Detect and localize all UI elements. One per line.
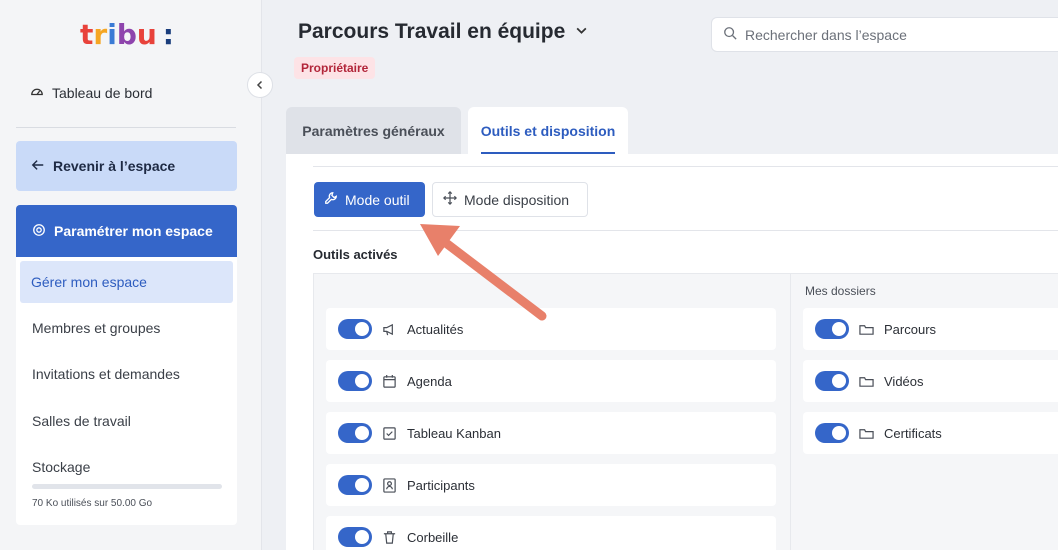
folder-toggle[interactable]	[815, 423, 849, 443]
page-title: Parcours Travail en équipe	[298, 20, 566, 43]
tool-toggle[interactable]	[338, 527, 372, 547]
submenu-label: Salles de travail	[32, 413, 131, 429]
logo-letter: :	[162, 17, 174, 51]
megaphone-icon	[382, 322, 397, 337]
logo-letter: t	[80, 17, 93, 51]
submenu-item-invitations[interactable]: Invitations et demandes	[32, 366, 180, 382]
my-folders-list: Mes dossiers Parcours Vidéos Certificats	[790, 273, 1058, 550]
arrow-left-icon	[31, 158, 45, 175]
back-label: Revenir à l’espace	[53, 158, 176, 174]
logo-letter: b	[116, 17, 137, 51]
submenu-item-members-groups[interactable]: Membres et groupes	[32, 320, 160, 336]
tab-label: Outils et disposition	[480, 122, 616, 139]
sidebar: t r i b u : Tableau de bord Revenir à l’…	[0, 0, 262, 550]
folder-row-certificates: Certificats	[803, 412, 1058, 454]
folder-toggle[interactable]	[815, 371, 849, 391]
logo-letter: r	[93, 17, 107, 51]
tab-general-settings[interactable]: Paramètres généraux	[286, 107, 461, 154]
divider	[313, 230, 1058, 231]
enabled-tools-heading: Outils activés	[313, 247, 398, 262]
chevron-down-icon	[575, 24, 588, 40]
folder-label: Parcours	[884, 321, 937, 337]
submenu-item-workrooms[interactable]: Salles de travail	[32, 413, 131, 429]
contact-icon	[382, 477, 397, 493]
move-icon	[443, 191, 457, 208]
tool-label: Actualités	[407, 321, 464, 337]
wrench-icon	[324, 191, 338, 208]
tools-layout-panel: Mode outil Mode disposition Outils activ…	[286, 154, 1058, 550]
settings-submenu: Gérer mon espace Membres et groupes Invi…	[16, 257, 237, 525]
submenu-label: Stockage	[32, 459, 91, 475]
folder-row-videos: Vidéos	[803, 360, 1058, 402]
space-title-dropdown[interactable]: Parcours Travail en équipe	[298, 20, 588, 44]
enabled-tools-list: Actualités Agenda Tableau Kanban Partici…	[313, 273, 791, 550]
tool-toggle[interactable]	[338, 475, 372, 495]
dashboard-link[interactable]: Tableau de bord	[30, 84, 152, 101]
tool-toggle[interactable]	[338, 423, 372, 443]
back-to-space-button[interactable]: Revenir à l’espace	[16, 141, 237, 191]
submenu-label: Gérer mon espace	[31, 274, 147, 290]
search-icon	[723, 26, 737, 43]
tool-label: Corbeille	[407, 529, 459, 545]
logo-letter: u	[136, 17, 157, 51]
configure-label: Paramétrer mon espace	[54, 223, 213, 239]
calendar-icon	[382, 374, 397, 389]
folder-label: Vidéos	[884, 373, 924, 389]
folder-row-parcours: Parcours	[803, 308, 1058, 350]
tab-tools-layout[interactable]: Outils et disposition	[468, 107, 628, 154]
dashboard-label: Tableau de bord	[52, 84, 153, 101]
tool-row-agenda: Agenda	[326, 360, 776, 402]
folder-label: Certificats	[884, 425, 942, 441]
storage-progress-bar	[32, 484, 222, 489]
storage-usage-text: 70 Ko utilisés sur 50.00 Go	[32, 498, 153, 509]
my-folders-heading: Mes dossiers	[805, 284, 876, 298]
folder-toggle[interactable]	[815, 319, 849, 339]
tool-toggle[interactable]	[338, 371, 372, 391]
role-badge: Propriétaire	[294, 57, 376, 79]
submenu-label: Membres et groupes	[32, 320, 161, 336]
tool-row-news: Actualités	[326, 308, 776, 350]
tool-label: Tableau Kanban	[407, 425, 501, 441]
tool-toggle[interactable]	[338, 319, 372, 339]
collapse-sidebar-button[interactable]	[247, 72, 273, 98]
search-placeholder: Rechercher dans l’espace	[745, 26, 907, 43]
tool-mode-label: Mode outil	[345, 191, 410, 208]
layout-mode-label: Mode disposition	[464, 191, 570, 208]
submenu-label: Invitations et demandes	[32, 366, 180, 382]
tab-label: Paramètres généraux	[302, 122, 445, 139]
gear-icon	[32, 223, 46, 240]
divider	[16, 127, 236, 128]
trash-icon	[382, 530, 397, 545]
logo-letter: i	[107, 17, 117, 51]
search-input[interactable]: Rechercher dans l’espace	[711, 17, 1058, 52]
chevron-left-icon	[255, 77, 265, 93]
divider	[313, 166, 1058, 167]
gauge-icon	[30, 84, 44, 101]
tool-mode-button[interactable]: Mode outil	[314, 182, 425, 217]
tool-row-trash: Corbeille	[326, 516, 776, 550]
submenu-item-storage[interactable]: Stockage	[32, 459, 90, 475]
checkbox-icon	[382, 426, 397, 441]
folder-icon	[859, 426, 874, 441]
tribu-logo[interactable]: t r i b u :	[80, 17, 174, 51]
tool-label: Participants	[407, 477, 475, 493]
tool-row-participants: Participants	[326, 464, 776, 506]
submenu-item-manage-space[interactable]: Gérer mon espace	[20, 261, 233, 303]
tool-row-kanban: Tableau Kanban	[326, 412, 776, 454]
layout-mode-button[interactable]: Mode disposition	[432, 182, 588, 217]
tool-label: Agenda	[407, 373, 452, 389]
folder-icon	[859, 322, 874, 337]
configure-space-button[interactable]: Paramétrer mon espace	[16, 205, 237, 257]
folder-icon	[859, 374, 874, 389]
